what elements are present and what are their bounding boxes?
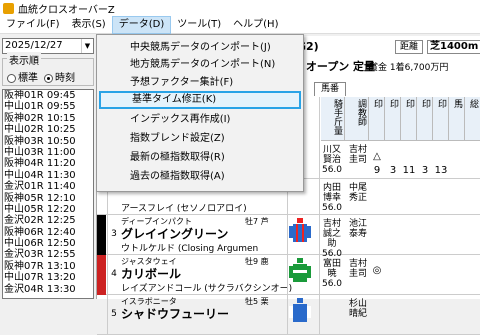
sexage-cell: 牡9 鹿 (245, 257, 269, 266)
menu-factor-aggregate[interactable]: 予想ファクター集計(F) (97, 74, 303, 92)
menu-view[interactable]: 表示(S) (66, 16, 112, 34)
race-list-item[interactable]: 金沢04R 13:30 (3, 284, 93, 295)
menu-tools[interactable]: ツール(T) (171, 16, 227, 34)
race-list-item[interactable]: 阪神04R 11:20 (3, 158, 93, 169)
dam-cell: アースフレイ (セソノロアロイ) (121, 204, 247, 214)
title-bar: 血統クロスオーバーZ (0, 0, 480, 16)
trainer-cell: 中尾秀正 (348, 183, 367, 203)
menu-base-time-fix[interactable]: 基準タイム修正(K) (99, 91, 301, 109)
header-total: 総 (465, 97, 480, 141)
race-list-item[interactable]: 阪神01R 09:45 (3, 90, 93, 101)
radio-icon (7, 73, 16, 83)
distance-value: 芝1400m (427, 40, 480, 54)
menu-past-index[interactable]: 過去の極指数取得(A) (97, 168, 303, 186)
menu-help[interactable]: ヘルプ(H) (227, 16, 284, 34)
waku-color (97, 215, 106, 255)
race-conditions: ) オープン 定量 (297, 60, 376, 73)
num-cell: 9 (373, 165, 381, 176)
menu-import-nar[interactable]: 地方競馬データのインポート(N) (97, 56, 303, 74)
waku-color (97, 255, 106, 295)
sexage-cell: 牡5 栗 (245, 297, 269, 306)
umaban-cell: 3 (111, 229, 117, 239)
sexage-cell: 牡7 芦 (245, 217, 269, 226)
num-cell: 3 (389, 165, 397, 176)
data-menu-dropdown: 中央競馬データのインポート(J) 地方競馬データのインポート(N) 予想ファクタ… (96, 34, 304, 192)
num-cell: 11 (402, 165, 416, 176)
header-mark: 印 (385, 97, 401, 141)
race-list-item[interactable]: 阪神06R 12:40 (3, 227, 93, 238)
header-mark: 印 (369, 97, 385, 141)
num-cell: 3 (421, 165, 429, 176)
race-list-item[interactable]: 中山04R 11:30 (3, 170, 93, 181)
header-horse: 馬 (449, 97, 465, 141)
tab-umaban[interactable]: 馬番 (314, 82, 346, 96)
race-list-item[interactable]: 阪神03R 10:50 (3, 136, 93, 147)
menu-index-blend[interactable]: 指数ブレンド設定(Z) (97, 130, 303, 148)
table-row[interactable]: 3 ディープインパクト 牡7 芦 グレイイングリーン ウトルケルド (Closi… (97, 215, 480, 259)
race-list-item[interactable]: 阪神02R 10:15 (3, 113, 93, 124)
horse-name[interactable]: カリボール (121, 265, 181, 282)
menu-latest-index[interactable]: 最新の極指数取得(R) (97, 149, 303, 167)
race-list-item[interactable]: 金沢03R 12:55 (3, 249, 93, 260)
mark-cell: △ (373, 151, 381, 162)
horse-name[interactable]: グレイイングリーン (121, 225, 228, 242)
silks-icon (289, 258, 311, 282)
menu-data[interactable]: データ(D) (111, 15, 172, 34)
table-row[interactable]: 5 イスラボニータ 牡5 栗 シャドウフューリー 杉山晴紀 (97, 295, 480, 335)
horse-name[interactable]: シャドウフューリー (121, 305, 229, 322)
jockey-cell: 内田博幸 56.0 (321, 183, 343, 213)
race-list-item[interactable]: 金沢02R 12:25 (3, 215, 93, 226)
umaban-cell: 4 (111, 269, 117, 279)
menu-rebuild-index[interactable]: インデックス再作成(I) (97, 111, 303, 129)
jockey-cell: 富田暁 56.0 (321, 259, 343, 289)
header-trainer: 調教師 (345, 97, 369, 141)
race-list-item[interactable]: 金沢01R 11:40 (3, 181, 93, 192)
race-list-item[interactable]: 中山01R 09:55 (3, 101, 93, 112)
header-mark: 印 (401, 97, 417, 141)
distance-label: 距離 (395, 40, 423, 54)
silks-icon (289, 298, 311, 322)
num-cell: 13 (434, 165, 448, 176)
menu-file[interactable]: ファイル(F) (0, 16, 66, 34)
prize-text: 賞金 1着6,700万円 (369, 63, 449, 73)
radio-time[interactable]: 時刻 (44, 69, 75, 84)
jockey-cell: 川又賢治 56.0 (321, 145, 343, 175)
date-value: 2025/12/27 (5, 40, 63, 51)
header-jockey: 騎手斤量 (321, 97, 345, 141)
table-row[interactable]: 4 ジャスタウェイ 牡9 鹿 カリボール レイズアンドコール (サクラバクシンオ… (97, 255, 480, 295)
silks-icon (289, 218, 311, 242)
umaban-cell: 5 (111, 309, 117, 319)
trainer-cell: 吉村圭司 (348, 259, 367, 279)
race-list-item[interactable]: 中山05R 12:20 (3, 204, 93, 215)
race-list[interactable]: 阪神01R 09:45 中山01R 09:55 阪神02R 10:15 中山02… (2, 89, 94, 299)
dam-cell: レイズアンドコール (サクラバクシンオー) (121, 284, 293, 294)
race-list-item[interactable]: 中山07R 13:20 (3, 272, 93, 283)
display-order-group: 表示順 標準 時刻 (2, 52, 94, 86)
header-mark: 印 (433, 97, 449, 141)
radio-standard[interactable]: 標準 (7, 69, 38, 84)
radio-selected-icon (44, 73, 53, 83)
window-title: 血統クロスオーバーZ (18, 4, 115, 16)
grid-line (319, 97, 320, 335)
header-mark: 印 (417, 97, 433, 141)
trainer-cell: 杉山晴紀 (348, 299, 367, 319)
mark-cell: ◎ (372, 265, 382, 276)
menu-bar: ファイル(F) 表示(S) データ(D) ツール(T) ヘルプ(H) (0, 15, 480, 34)
race-list-item[interactable]: 中山02R 10:25 (3, 124, 93, 135)
race-list-item[interactable]: 中山03R 11:00 (3, 147, 93, 158)
display-order-label: 表示順 (7, 52, 41, 67)
trainer-cell: 池江泰寿 (348, 219, 367, 239)
jockey-cell: 吉村誠之助 56.0 (321, 219, 343, 259)
race-list-item[interactable]: 阪神05R 12:10 (3, 193, 93, 204)
chevron-down-icon[interactable]: ▼ (81, 39, 93, 53)
race-list-item[interactable]: 阪神07R 13:10 (3, 261, 93, 272)
menu-import-jra[interactable]: 中央競馬データのインポート(J) (97, 39, 303, 57)
race-list-item[interactable]: 中山06R 12:50 (3, 238, 93, 249)
app-icon (3, 2, 14, 14)
trainer-cell: 吉村圭司 (348, 145, 367, 165)
dam-cell: ウトルケルド (Closing Argumen (121, 244, 259, 254)
